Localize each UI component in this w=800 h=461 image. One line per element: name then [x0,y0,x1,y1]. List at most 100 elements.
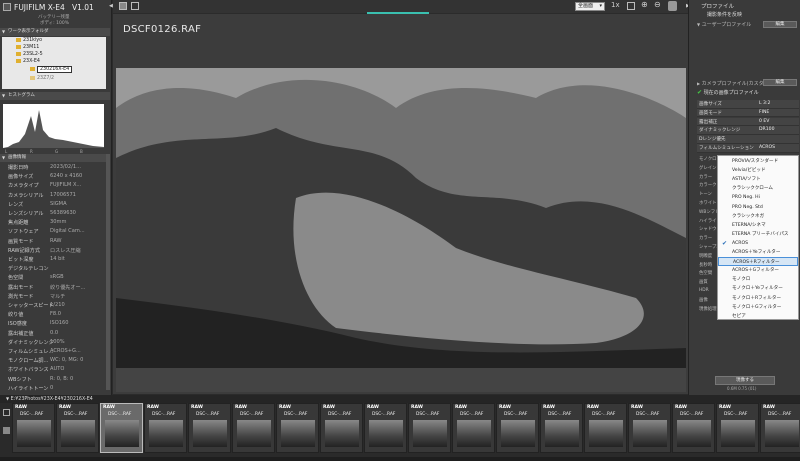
exif-value: 1/210 [50,302,65,308]
hand-tool-icon[interactable] [668,1,677,11]
film-sim-option[interactable]: モノクロ＋Gフィルター [718,303,798,312]
filmstrip-thumbnail[interactable]: RAW DSC-...RAF [232,403,275,453]
camera-icon [3,3,11,11]
tree-node[interactable]: 23Z7/2 [30,75,54,82]
film-sim-option[interactable]: ACROS＋Rフィルター [718,257,798,267]
filmstrip-thumbnail[interactable]: RAW DSC-...RAF [716,403,759,453]
exif-label: 焦点距離 [8,220,29,227]
zoom-out-icon[interactable]: ⊖ [654,0,661,9]
film-sim-option[interactable]: ETERNA/シネマ [718,221,798,230]
filmstrip-thumbnail[interactable]: RAW DSC-...RAF [628,403,671,453]
film-sim-option[interactable]: モノクロ＋Yeフィルター [718,284,798,293]
display-mode-select[interactable]: 全画面 ▾ [575,2,605,11]
raw-badge: RAW [719,405,731,410]
exif-value: 56389630 [50,210,76,216]
filmstrip-thumbnail[interactable]: RAW DSC-...RAF [56,403,99,453]
exif-row: カメラシリアル 17006571 [4,192,108,201]
filmstrip-thumbnail[interactable]: RAW DSC-...RAF [12,403,55,453]
thumbnail-name: DSC-...RAF [636,412,660,417]
thumbnail-image [413,420,447,447]
option-label: モノクロ＋Gフィルター [732,304,782,310]
film-sim-option[interactable]: クラシックネガ [718,212,798,221]
setting-row[interactable]: 画質モード FINE [697,108,799,118]
film-sim-option[interactable]: ETERNA ブリーチバイパス [718,230,798,239]
raw-badge: RAW [455,405,467,410]
tree-node[interactable]: 23X-E4 [16,58,40,65]
thumbnail-image [589,420,623,447]
setting-label-partial: シャドウ [699,227,717,233]
camera-profile-row[interactable]: ▶ カメラプロファイル(カスタム) [697,80,771,87]
setting-row[interactable]: フィルムシミュレーション ACROS [697,144,799,153]
film-simulation-dropdown[interactable]: PROVIA/スタンダード Velvia/ビビッド ASTIA/ソフト クラシッククロ… [717,155,799,320]
thumbnail-image [193,420,227,447]
film-sim-option[interactable]: モノクロ [718,275,798,284]
exif-row: ISO感度 ISO160 [4,320,108,329]
filmstrip-thumbnail[interactable]: RAW DSC-...RAF [496,403,539,453]
edit-user-profile-button[interactable]: 編集 [763,21,797,28]
single-view-icon[interactable] [119,2,127,10]
setting-label-partial: 現像処理 [699,306,717,312]
exif-section-header[interactable]: ▼ 画像情報 [0,154,110,162]
folder-tree[interactable]: 231kiyo 23M11 23SL2-5 23X-E4 230216X-E4 … [2,37,106,89]
zoom-in-icon[interactable]: ⊕ [641,0,648,9]
filmstrip-thumbnail[interactable]: RAW DSC-...RAF [540,403,583,453]
film-sim-option[interactable]: ASTIA/ソフト [718,175,798,184]
film-sim-option[interactable]: モノクロ＋Rフィルター [718,294,798,303]
one-to-one-zoom-icon[interactable]: 1x [611,1,620,9]
exif-value: SIGMA [50,200,67,207]
collapse-left-icon[interactable]: ◀ [109,3,113,9]
setting-label: ダイナミックレンジ [699,128,741,134]
tree-node[interactable]: 23M11 [16,44,39,51]
thumbnail-image [149,420,183,447]
film-sim-option[interactable]: クラシッククローム [718,184,798,193]
exif-list: 撮影日時 2023/02/1... 画像サイズ 6240 x 4160 カメラタイプ FU… [0,162,106,392]
film-sim-option[interactable]: セピア [718,312,798,321]
filmstrip-thumbnail[interactable]: RAW DSC-...RAF [584,403,627,453]
grid-view-icon[interactable] [131,2,139,10]
filmstrip-thumbnail[interactable]: RAW DSC-...RAF [276,403,319,453]
thumbnail-name: DSC-...RAF [460,412,484,417]
setting-value: ACROS [759,145,775,150]
film-sim-option[interactable]: ✔ ACROS [718,239,798,248]
film-sim-option[interactable]: PRO Neg. Hi [718,193,798,202]
sort-icon[interactable] [3,427,10,434]
filmstrip-thumbnail[interactable]: RAW DSC-...RAF [760,403,800,453]
view-toggle-icon[interactable] [3,409,10,416]
folder-section-header[interactable]: ▼ ワーク表示フォルダ [0,28,110,36]
image-viewer[interactable]: DSCF0126.RAF [113,14,688,394]
film-sim-option[interactable]: ACROS＋Yeフィルター [718,248,798,257]
reflect-shooting-conditions[interactable]: 撮影条件を反映 [707,11,742,18]
filmstrip-thumbnail[interactable]: RAW DSC-...RAF [364,403,407,453]
filmstrip-thumbnail[interactable]: RAW DSC-...RAF [408,403,451,453]
tree-node[interactable]: 23SL2-5 [16,51,43,58]
film-sim-option[interactable]: Velvia/ビビッド [718,166,798,175]
setting-row[interactable]: 画像サイズ L 3:2 [697,100,799,109]
film-sim-option[interactable]: ACROS＋Gフィルター [718,266,798,275]
setting-row[interactable]: Dレンジ優先 [697,135,799,144]
filmstrip-thumbnail[interactable]: RAW DSC-...RAF [144,403,187,453]
exif-row: 露出補正値 0.0 [4,330,108,339]
film-sim-option[interactable]: PROVIA/スタンダード [718,157,798,166]
thumbnail-name: DSC-...RAF [20,412,44,417]
edit-camera-profile-button[interactable]: 編集 [763,79,797,86]
thumbnail-name: DSC-...RAF [592,412,616,417]
filmstrip-thumbnail[interactable]: RAW DSC-...RAF [188,403,231,453]
histogram-section-header[interactable]: ▼ ヒストグラム [0,92,110,100]
develop-button[interactable]: 現像する [715,376,775,385]
setting-row[interactable]: ダイナミックレンジ DR100 [697,126,799,135]
tree-node-selected[interactable]: 230216X-E4 [30,66,73,73]
user-profile-row[interactable]: ▼ ユーザープロファイル [697,21,751,28]
fit-icon[interactable] [627,2,635,10]
exif-value: R: 0, B: 0 [50,375,74,382]
filmstrip-thumbnail[interactable]: RAW DSC-...RAF [452,403,495,453]
filmstrip-thumbnail[interactable]: RAW DSC-...RAF [320,403,363,453]
setting-label: フィルムシミュレーション [699,146,754,151]
setting-row[interactable]: 露出補正 0 EV [697,117,799,127]
filmstrip-thumbnail[interactable]: RAW DSC-...RAF [672,403,715,453]
exif-scrollbar[interactable] [106,154,110,390]
filmstrip-thumbnail[interactable]: RAW DSC-...RAF [100,403,143,453]
film-sim-option[interactable]: PRO Neg. Std [718,203,798,212]
setting-label-partial: 色空間 [699,271,713,277]
thumbnail-image [61,420,95,447]
tree-node[interactable]: 231kiyo [16,37,42,44]
